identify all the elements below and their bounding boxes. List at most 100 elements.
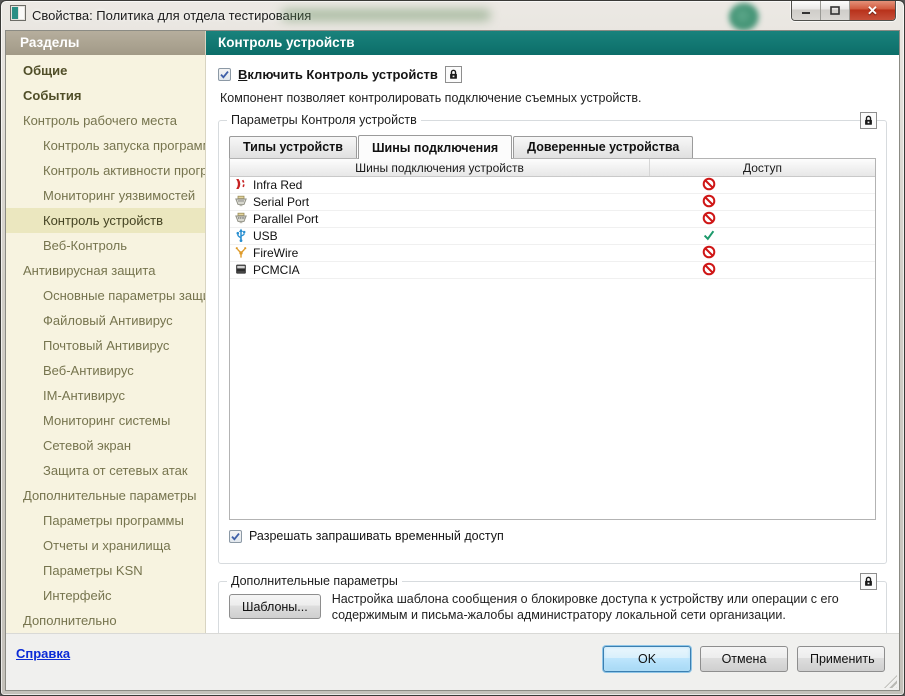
device-tabs: Типы устройств Шины подключения Доверенные… — [229, 135, 876, 159]
parallel-port-icon — [234, 211, 248, 228]
sidebar-item[interactable]: Параметры программы — [6, 508, 205, 533]
sidebar-item[interactable]: Дополнительные параметры — [6, 483, 205, 508]
properties-window: Свойства: Политика для отдела тестирован… — [0, 0, 905, 696]
group2-lock-button[interactable] — [860, 573, 877, 590]
sidebar-item[interactable]: Почтовый Антивирус — [6, 333, 205, 358]
device-name-cell: USB — [230, 228, 650, 245]
device-row[interactable]: PCMCIA — [230, 262, 875, 279]
access-blocked-icon — [702, 262, 716, 279]
sidebar-item[interactable]: События — [6, 83, 205, 108]
sidebar-item[interactable]: Мониторинг системы — [6, 408, 205, 433]
sidebar-item[interactable]: Контроль рабочего места — [6, 108, 205, 133]
device-name: FireWire — [253, 246, 299, 260]
sidebar-item[interactable]: Сетевой экран — [6, 433, 205, 458]
device-name: Serial Port — [253, 195, 310, 209]
pcmcia-icon — [234, 262, 248, 279]
device-bus-table: Шины подключения устройств Доступ Infra … — [229, 158, 876, 520]
apply-button[interactable]: Применить — [797, 646, 885, 672]
component-description: Компонент позволяет контролировать подкл… — [220, 91, 642, 105]
templates-button[interactable]: Шаблоны... — [229, 594, 321, 619]
ok-button[interactable]: OK — [603, 646, 691, 672]
minimize-button[interactable] — [792, 1, 821, 20]
sidebar-item[interactable]: Антивирусная защита — [6, 258, 205, 283]
temp-access-label[interactable]: Разрешать запрашивать временный доступ — [249, 529, 504, 543]
resize-grip[interactable] — [884, 675, 897, 688]
sidebar-item[interactable]: Контроль активности программ — [6, 158, 205, 183]
device-control-groupbox: Параметры Контроля устройств Типы устрой… — [218, 112, 887, 564]
close-button[interactable]: ✕ — [850, 1, 895, 20]
checkmark-icon — [220, 71, 229, 79]
enable-device-control-checkbox[interactable] — [218, 68, 231, 81]
additional-params-groupbox: Дополнительные параметры Шаблоны... Наст… — [218, 573, 887, 637]
window-controls: ✕ — [791, 1, 896, 21]
device-name-cell: Infra Red — [230, 177, 650, 194]
column-header-access[interactable]: Доступ — [650, 159, 875, 176]
sidebar-item[interactable]: IM-Антивирус — [6, 383, 205, 408]
main-panel: Контроль устройств Включить Контроль уст… — [206, 31, 899, 637]
device-name-cell: PCMCIA — [230, 262, 650, 279]
page-title: Контроль устройств — [206, 31, 899, 55]
sidebar-item[interactable]: Контроль устройств — [6, 208, 205, 233]
maximize-button[interactable] — [821, 1, 850, 20]
sidebar-item[interactable]: Основные параметры защиты — [6, 283, 205, 308]
titlebar[interactable]: Свойства: Политика для отдела тестирован… — [1, 1, 904, 31]
device-row[interactable]: Parallel Port — [230, 211, 875, 228]
lock-icon — [450, 69, 457, 79]
help-link[interactable]: Справка — [16, 646, 70, 661]
lock-icon — [865, 576, 872, 586]
device-name-cell: FireWire — [230, 245, 650, 262]
enable-lock-button[interactable] — [444, 66, 462, 83]
access-cell[interactable] — [650, 177, 875, 194]
sidebar-item[interactable]: Отчеты и хранилища — [6, 533, 205, 558]
cancel-button[interactable]: Отмена — [700, 646, 788, 672]
groupbox-title: Дополнительные параметры — [227, 574, 402, 588]
device-row[interactable]: USB — [230, 228, 875, 245]
groupbox-title: Параметры Контроля устройств — [227, 113, 421, 127]
access-cell[interactable] — [650, 245, 875, 262]
access-cell[interactable] — [650, 211, 875, 228]
sidebar-item[interactable]: Контроль запуска программ — [6, 133, 205, 158]
table-header: Шины подключения устройств Доступ — [230, 159, 875, 177]
sidebar-item[interactable]: Общие — [6, 58, 205, 83]
footer: Справка OK Отмена Применить — [6, 633, 899, 690]
device-row[interactable]: Serial Port — [230, 194, 875, 211]
templates-description: Настройка шаблона сообщения о блокировке… — [331, 592, 839, 623]
firewire-icon — [234, 245, 248, 262]
access-cell[interactable] — [650, 194, 875, 211]
access-blocked-icon — [702, 194, 716, 211]
enable-device-control-label[interactable]: Включить Контроль устройств — [238, 67, 438, 82]
device-row[interactable]: Infra Red — [230, 177, 875, 194]
access-blocked-icon — [702, 245, 716, 262]
titlebar-glass-orb — [729, 3, 759, 31]
device-name: Infra Red — [253, 178, 303, 192]
sidebar-item[interactable]: Мониторинг уязвимостей — [6, 183, 205, 208]
sidebar-items: Общие События Контроль рабочего места Контр… — [6, 55, 205, 633]
tab[interactable]: Доверенные устройства — [513, 136, 694, 158]
sidebar-item[interactable]: Параметры KSN — [6, 558, 205, 583]
infrared-icon — [234, 177, 248, 194]
sidebar-item[interactable]: Веб-Антивирус — [6, 358, 205, 383]
device-name: PCMCIA — [253, 263, 300, 277]
table-rows: Infra Red Serial Port Parallel Port USB Fire… — [230, 177, 875, 279]
sidebar-item[interactable]: Защита от сетевых атак — [6, 458, 205, 483]
window-title: Свойства: Политика для отдела тестирован… — [32, 8, 312, 23]
sidebar-item[interactable]: Веб-Контроль — [6, 233, 205, 258]
tab[interactable]: Шины подключения — [357, 135, 513, 159]
sidebar-item[interactable]: Интерфейс — [6, 583, 205, 608]
device-name-cell: Parallel Port — [230, 211, 650, 228]
tab[interactable]: Типы устройств — [229, 136, 357, 158]
device-row[interactable]: FireWire — [230, 245, 875, 262]
sidebar-item[interactable]: Файловый Антивирус — [6, 308, 205, 333]
access-cell[interactable] — [650, 228, 875, 245]
access-blocked-icon — [702, 177, 716, 194]
titlebar-glass-smudge — [281, 9, 491, 21]
column-header-bus[interactable]: Шины подключения устройств — [230, 159, 650, 176]
client-area: Разделы Общие События Контроль рабочего ме… — [5, 30, 900, 691]
sidebar-header: Разделы — [6, 31, 205, 55]
temp-access-checkbox[interactable] — [229, 529, 242, 543]
access-cell[interactable] — [650, 262, 875, 279]
sidebar-item[interactable]: Дополнительно — [6, 608, 205, 633]
device-name-cell: Serial Port — [230, 194, 650, 211]
close-icon: ✕ — [867, 3, 878, 18]
group1-lock-button[interactable] — [860, 112, 877, 129]
